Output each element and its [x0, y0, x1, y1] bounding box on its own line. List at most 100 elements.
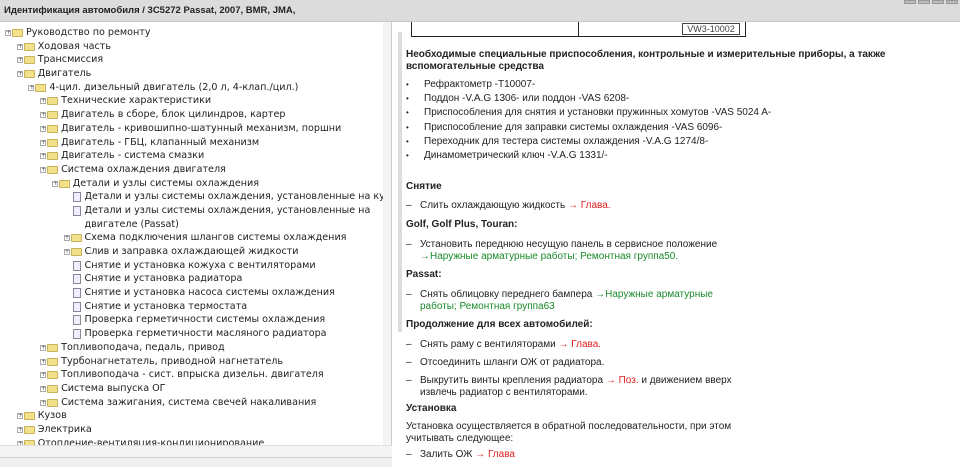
document-icon — [72, 205, 81, 216]
tools-list: Рефрактометр -T10007- Поддон -V.A.G 1306… — [406, 78, 771, 163]
expand-icon[interactable]: + — [16, 57, 23, 64]
expand-icon[interactable]: + — [40, 112, 46, 119]
folder-icon — [12, 29, 23, 37]
tree-item[interactable]: + Трансмиссия — [0, 53, 385, 67]
tree-vertical-scrollbar[interactable] — [383, 22, 391, 445]
tree-item[interactable]: + Кузов — [0, 409, 385, 423]
tree-item[interactable]: + Двигатель — [0, 67, 385, 81]
tree-item[interactable]: Проверка герметичности масляного радиато… — [0, 327, 385, 341]
tree-item-label: Топливоподача, педаль, привод — [61, 341, 225, 353]
tree-item[interactable]: + Схема подключения шлангов системы охлаж… — [0, 231, 385, 245]
tree-item[interactable]: Снятие и установка термостата — [0, 300, 385, 314]
expand-icon[interactable]: + — [5, 30, 11, 36]
expand-icon[interactable]: + — [40, 139, 46, 146]
tree-item[interactable]: + Слив и заправка охлаждающей жидкости — [0, 245, 385, 259]
tree-item[interactable]: + Двигатель - кривошипно-шатунный механиз… — [0, 122, 385, 136]
list-item: Рефрактометр -T10007- — [406, 78, 771, 92]
step: – Снять облицовку переднего бампера →Нару… — [406, 289, 726, 313]
link-repair-group-50[interactable]: →Наружные арматурные работы; Ремонтная г… — [420, 251, 678, 262]
folder-icon — [47, 357, 59, 366]
step-text: Залить ОЖ — [420, 449, 473, 460]
expand-icon[interactable]: + — [16, 43, 23, 50]
expand-icon[interactable]: + — [40, 98, 46, 105]
tree-item[interactable]: + Электрика — [0, 423, 385, 437]
toolbar-button[interactable] — [946, 0, 958, 4]
tree-item-label: Двигатель - ГБЦ, клапанный механизм — [61, 136, 260, 148]
tree-item-label: Технические характеристики — [61, 95, 212, 107]
tree-item[interactable]: Снятие и установка кожуха с вентиляторам… — [0, 259, 385, 273]
tree-item[interactable]: Детали и узлы системы охлаждения, устано… — [0, 204, 385, 231]
tree-item-label: Проверка герметичности системы охлаждени… — [84, 314, 326, 326]
tree-item[interactable]: + Двигатель - система смазки — [0, 149, 385, 163]
expand-icon[interactable]: + — [63, 249, 70, 256]
dash: – — [406, 339, 412, 350]
tree-item-label: Двигатель — [37, 68, 92, 80]
tree-item[interactable]: + Двигатель в сборе, блок цилиндров, карт… — [0, 108, 385, 122]
expand-icon[interactable]: + — [40, 166, 46, 173]
folder-icon — [47, 398, 59, 407]
tree-item[interactable]: + Система охлаждения двигателя — [0, 163, 385, 177]
tree-item[interactable]: + Отопление-вентиляция-кондиционирование — [0, 437, 385, 445]
tree-item[interactable]: + Турбонагнетатель, приводной нагнетатель — [0, 355, 385, 369]
tree-horizontal-scrollbar[interactable] — [0, 445, 392, 457]
tree-item-label: Двигатель - система смазки — [61, 150, 205, 162]
tree-item[interactable]: Снятие и установка насоса системы охлажд… — [0, 286, 385, 300]
toolbar-button[interactable] — [904, 0, 916, 4]
step-text: Отсоединить шланги ОЖ от радиатора. — [420, 357, 605, 368]
folder-icon — [47, 165, 59, 174]
expand-icon[interactable]: + — [28, 84, 34, 91]
link-glava[interactable]: → Глава. — [559, 339, 602, 350]
tree-item[interactable]: Снятие и установка радиатора — [0, 272, 385, 286]
tree-item-label: Система зажигания, система свечей накали… — [61, 396, 317, 408]
link-glava[interactable]: → Глава. — [568, 200, 611, 211]
tree-item[interactable]: + Двигатель - ГБЦ, клапанный механизм — [0, 136, 385, 150]
expand-icon[interactable]: + — [40, 358, 46, 365]
folder-icon — [47, 138, 59, 147]
tree-item[interactable]: + Технические характеристики — [0, 94, 385, 108]
folder-icon — [47, 97, 59, 106]
figure-table: VW3-10002 — [411, 22, 746, 37]
link-glava[interactable]: → Глава — [475, 449, 515, 460]
expand-icon[interactable]: + — [40, 153, 46, 160]
tree-item-label: Снятие и установка радиатора — [84, 273, 243, 285]
tree-item[interactable]: +4-цил. дизельный двигатель (2,0 л, 4-кл… — [0, 81, 385, 95]
toolbar-button[interactable] — [932, 0, 944, 4]
vehicle-identification: Идентификация автомобиля / 3C5272 Passat… — [4, 5, 296, 16]
tree-item-label: Снятие и установка термостата — [84, 300, 248, 312]
folder-icon — [35, 83, 47, 92]
link-position[interactable]: → Поз. — [606, 375, 639, 386]
tree-item[interactable]: Детали и узлы системы охлаждения, устано… — [0, 190, 391, 204]
toolbar-button[interactable] — [918, 0, 930, 4]
install-heading: Установка — [406, 403, 457, 414]
expand-icon[interactable]: + — [40, 385, 46, 392]
expand-icon[interactable]: + — [40, 399, 46, 406]
tree-item[interactable]: + Ходовая часть — [0, 40, 385, 54]
tree-item-label: Двигатель - кривошипно-шатунный механизм… — [61, 122, 342, 134]
expand-icon[interactable]: + — [16, 426, 23, 433]
tree-item-label: 4-цил. дизельный двигатель (2,0 л, 4-кла… — [49, 81, 299, 93]
step-text: Снять облицовку переднего бампера — [420, 289, 593, 300]
tree-item[interactable]: + Топливоподача - сист. впрыска дизельн. … — [0, 368, 385, 382]
tree-item[interactable]: + Руководство по ремонту — [0, 26, 385, 40]
tree-item[interactable]: + Топливоподача, педаль, привод — [0, 341, 385, 355]
expand-icon[interactable]: + — [40, 125, 46, 132]
tree-item[interactable]: + Детали и узлы системы охлаждения — [0, 177, 385, 191]
expand-icon[interactable]: + — [51, 180, 58, 187]
document-icon — [72, 288, 81, 299]
dash: – — [406, 449, 412, 460]
tree-item-label: Руководство по ремонту — [26, 27, 151, 38]
tree-item-label: Турбонагнетатель, приводной нагнетатель — [61, 355, 284, 367]
expand-icon[interactable]: + — [40, 372, 46, 379]
expand-icon[interactable]: + — [16, 71, 23, 78]
splitter[interactable] — [398, 32, 402, 332]
tree-item[interactable]: + Система зажигания, система свечей накал… — [0, 396, 385, 410]
tree-item-label: Система выпуска ОГ — [61, 382, 166, 394]
tree-item-label: Детали и узлы системы охлаждения, устано… — [84, 191, 392, 203]
expand-icon[interactable]: + — [16, 413, 23, 420]
tree-item[interactable]: Проверка герметичности системы охлаждени… — [0, 313, 385, 327]
tree-item[interactable]: + Система выпуска ОГ — [0, 382, 385, 396]
expand-icon[interactable]: + — [40, 344, 46, 351]
expand-icon[interactable]: + — [63, 235, 70, 242]
figure-code: VW3-10002 — [682, 23, 740, 35]
step-text: Выкрутить винты крепления радиатора — [420, 375, 604, 386]
